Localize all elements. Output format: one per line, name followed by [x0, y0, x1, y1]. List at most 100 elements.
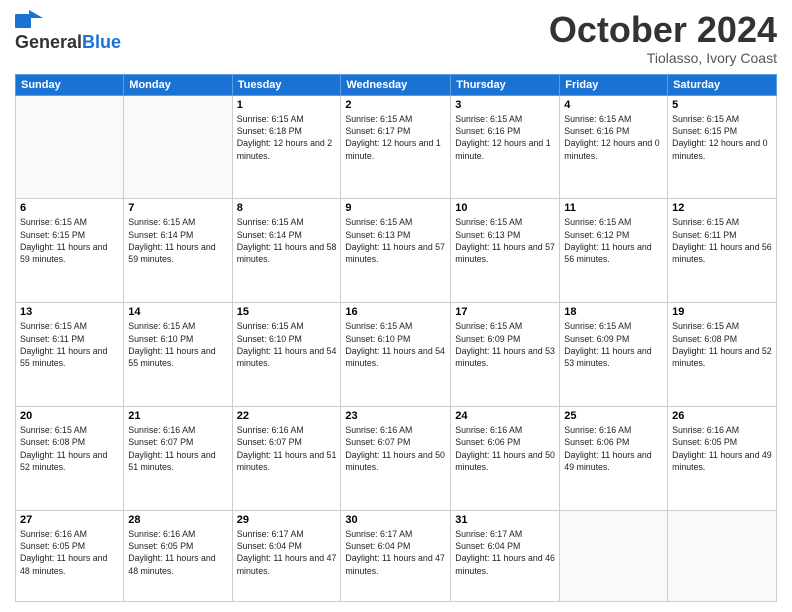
day-number: 18 — [564, 306, 663, 318]
day-number: 21 — [128, 410, 227, 422]
logo-icon — [15, 10, 43, 32]
day-info: Sunrise: 6:15 AMSunset: 6:14 PMDaylight:… — [128, 216, 227, 265]
table-row: 16Sunrise: 6:15 AMSunset: 6:10 PMDayligh… — [341, 303, 451, 407]
table-row: 25 Sunrise: 6:16 AMSunset: 6:06 PMDayligh… — [560, 406, 668, 510]
day-number: 25 — [564, 410, 663, 422]
day-number: 27 — [20, 514, 119, 526]
day-info: Sunrise: 6:15 AMSunset: 6:10 PMDaylight:… — [128, 320, 227, 369]
table-row: 29 Sunrise: 6:17 AMSunset: 6:04 PMDayligh… — [232, 510, 341, 601]
table-row: 20 Sunrise: 6:15 AMSunset: 6:08 PMDayligh… — [16, 406, 124, 510]
day-number: 10 — [455, 202, 555, 214]
day-number: 12 — [672, 202, 772, 214]
header-sunday: Sunday — [16, 74, 124, 95]
day-number: 17 — [455, 306, 555, 318]
day-number: 3 — [455, 99, 555, 111]
day-info: Sunrise: 6:15 AMSunset: 6:18 PMDaylight:… — [237, 113, 337, 162]
header-monday: Monday — [124, 74, 232, 95]
day-number: 28 — [128, 514, 227, 526]
day-info: Sunrise: 6:15 AMSunset: 6:11 PMDaylight:… — [672, 216, 772, 265]
table-row: 12 Sunrise: 6:15 AMSunset: 6:11 PMDayligh… — [668, 199, 777, 303]
table-row: 18 Sunrise: 6:15 AMSunset: 6:09 PMDayligh… — [560, 303, 668, 407]
day-info: Sunrise: 6:15 AMSunset: 6:13 PMDaylight:… — [455, 216, 555, 265]
day-number: 9 — [345, 202, 446, 214]
table-row: 3 Sunrise: 6:15 AMSunset: 6:16 PMDaylight… — [451, 95, 560, 199]
header: GeneralBlue October 2024 Tiolasso, Ivory… — [15, 10, 777, 66]
day-info: Sunrise: 6:17 AMSunset: 6:04 PMDaylight:… — [345, 528, 446, 577]
day-info: Sunrise: 6:15 AMSunset: 6:10 PMDaylight:… — [345, 320, 446, 369]
calendar-table: Sunday Monday Tuesday Wednesday Thursday… — [15, 74, 777, 602]
table-row: 9 Sunrise: 6:15 AMSunset: 6:13 PMDaylight… — [341, 199, 451, 303]
table-row: 26 Sunrise: 6:16 AMSunset: 6:05 PMDayligh… — [668, 406, 777, 510]
day-info: Sunrise: 6:15 AMSunset: 6:10 PMDaylight:… — [237, 320, 337, 369]
table-row — [16, 95, 124, 199]
day-number: 11 — [564, 202, 663, 214]
logo-blue: Blue — [82, 32, 121, 53]
table-row — [668, 510, 777, 601]
table-row: 24 Sunrise: 6:16 AMSunset: 6:06 PMDayligh… — [451, 406, 560, 510]
header-tuesday: Tuesday — [232, 74, 341, 95]
day-info: Sunrise: 6:15 AMSunset: 6:09 PMDaylight:… — [564, 320, 663, 369]
day-number: 6 — [20, 202, 119, 214]
table-row: 17 Sunrise: 6:15 AMSunset: 6:09 PMDayligh… — [451, 303, 560, 407]
day-info: Sunrise: 6:15 AMSunset: 6:15 PMDaylight:… — [672, 113, 772, 162]
day-number: 26 — [672, 410, 772, 422]
day-number: 31 — [455, 514, 555, 526]
table-row: 31 Sunrise: 6:17 AMSunset: 6:04 PMDayligh… — [451, 510, 560, 601]
table-row: 19Sunrise: 6:15 AMSunset: 6:08 PMDayligh… — [668, 303, 777, 407]
table-row: 4Sunrise: 6:15 AMSunset: 6:16 PMDaylight… — [560, 95, 668, 199]
day-info: Sunrise: 6:17 AMSunset: 6:04 PMDaylight:… — [237, 528, 337, 577]
month-title: October 2024 — [549, 10, 777, 50]
day-info: Sunrise: 6:16 AMSunset: 6:05 PMDaylight:… — [672, 424, 772, 473]
table-row: 8Sunrise: 6:15 AMSunset: 6:14 PMDaylight… — [232, 199, 341, 303]
day-number: 24 — [455, 410, 555, 422]
header-thursday: Thursday — [451, 74, 560, 95]
table-row: 5 Sunrise: 6:15 AMSunset: 6:15 PMDaylight… — [668, 95, 777, 199]
table-row: 13Sunrise: 6:15 AMSunset: 6:11 PMDayligh… — [16, 303, 124, 407]
day-info: Sunrise: 6:15 AMSunset: 6:08 PMDaylight:… — [672, 320, 772, 369]
day-number: 14 — [128, 306, 227, 318]
day-info: Sunrise: 6:15 AMSunset: 6:09 PMDaylight:… — [455, 320, 555, 369]
table-row: 30Sunrise: 6:17 AMSunset: 6:04 PMDayligh… — [341, 510, 451, 601]
table-row: 27Sunrise: 6:16 AMSunset: 6:05 PMDayligh… — [16, 510, 124, 601]
location-subtitle: Tiolasso, Ivory Coast — [549, 50, 777, 66]
day-info: Sunrise: 6:15 AMSunset: 6:08 PMDaylight:… — [20, 424, 119, 473]
day-number: 4 — [564, 99, 663, 111]
day-number: 5 — [672, 99, 772, 111]
day-number: 2 — [345, 99, 446, 111]
day-info: Sunrise: 6:17 AMSunset: 6:04 PMDaylight:… — [455, 528, 555, 577]
header-wednesday: Wednesday — [341, 74, 451, 95]
title-block: October 2024 Tiolasso, Ivory Coast — [549, 10, 777, 66]
logo-general: General — [15, 32, 82, 53]
table-row — [124, 95, 232, 199]
day-number: 20 — [20, 410, 119, 422]
table-row: 11 Sunrise: 6:15 AMSunset: 6:12 PMDayligh… — [560, 199, 668, 303]
table-row: 23Sunrise: 6:16 AMSunset: 6:07 PMDayligh… — [341, 406, 451, 510]
table-row: 14 Sunrise: 6:15 AMSunset: 6:10 PMDayligh… — [124, 303, 232, 407]
day-info: Sunrise: 6:16 AMSunset: 6:07 PMDaylight:… — [128, 424, 227, 473]
day-info: Sunrise: 6:15 AMSunset: 6:15 PMDaylight:… — [20, 216, 119, 265]
table-row — [560, 510, 668, 601]
table-row: 22 Sunrise: 6:16 AMSunset: 6:07 PMDayligh… — [232, 406, 341, 510]
day-info: Sunrise: 6:15 AMSunset: 6:12 PMDaylight:… — [564, 216, 663, 265]
header-saturday: Saturday — [668, 74, 777, 95]
day-info: Sunrise: 6:15 AMSunset: 6:11 PMDaylight:… — [20, 320, 119, 369]
day-info: Sunrise: 6:16 AMSunset: 6:07 PMDaylight:… — [237, 424, 337, 473]
header-friday: Friday — [560, 74, 668, 95]
day-info: Sunrise: 6:16 AMSunset: 6:05 PMDaylight:… — [128, 528, 227, 577]
logo: GeneralBlue — [15, 10, 121, 53]
day-info: Sunrise: 6:16 AMSunset: 6:06 PMDaylight:… — [455, 424, 555, 473]
day-number: 8 — [237, 202, 337, 214]
day-number: 22 — [237, 410, 337, 422]
table-row: 7 Sunrise: 6:15 AMSunset: 6:14 PMDaylight… — [124, 199, 232, 303]
day-info: Sunrise: 6:16 AMSunset: 6:06 PMDaylight:… — [564, 424, 663, 473]
table-row: 2Sunrise: 6:15 AMSunset: 6:17 PMDaylight… — [341, 95, 451, 199]
day-info: Sunrise: 6:16 AMSunset: 6:07 PMDaylight:… — [345, 424, 446, 473]
table-row: 10 Sunrise: 6:15 AMSunset: 6:13 PMDayligh… — [451, 199, 560, 303]
calendar-header-row: Sunday Monday Tuesday Wednesday Thursday… — [16, 74, 777, 95]
day-info: Sunrise: 6:15 AMSunset: 6:16 PMDaylight:… — [455, 113, 555, 162]
day-number: 29 — [237, 514, 337, 526]
day-info: Sunrise: 6:15 AMSunset: 6:13 PMDaylight:… — [345, 216, 446, 265]
table-row: 28 Sunrise: 6:16 AMSunset: 6:05 PMDayligh… — [124, 510, 232, 601]
table-row: 15Sunrise: 6:15 AMSunset: 6:10 PMDayligh… — [232, 303, 341, 407]
day-number: 7 — [128, 202, 227, 214]
